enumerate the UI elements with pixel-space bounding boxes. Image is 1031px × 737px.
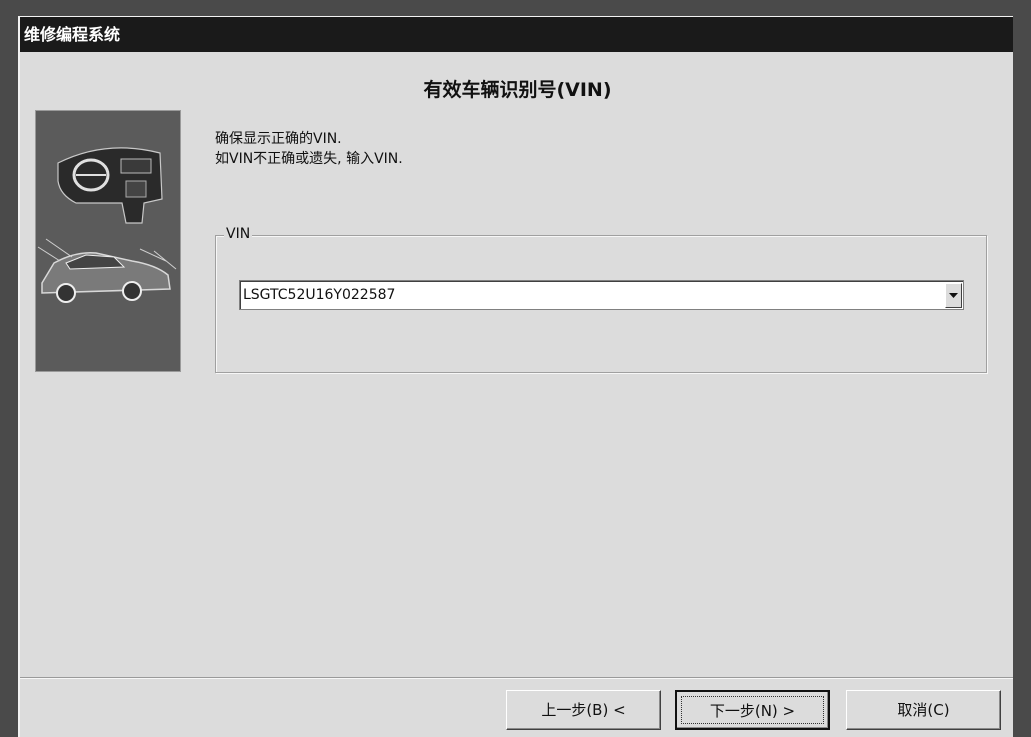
vin-group-label: VIN (224, 226, 253, 242)
back-button[interactable]: 上一步(B) < (506, 690, 661, 730)
car-side-icon (37, 238, 177, 303)
footer-separator (20, 677, 1013, 679)
vin-groupbox: VIN LSGTC52U16Y022587 (215, 226, 987, 373)
cancel-button[interactable]: 取消(C) (846, 690, 1001, 730)
wizard-window: 维修编程系统 有效车辆识别号(VIN) 确保显示正确的VIN. 如VIN不正确或… (18, 16, 1013, 737)
instruction-line: 如VIN不正确或遗失, 输入VIN. (215, 151, 403, 167)
chevron-down-icon (949, 292, 958, 298)
vin-selected-value: LSGTC52U16Y022587 (243, 287, 396, 303)
car-interior-icon (57, 147, 163, 224)
focus-ring (681, 696, 824, 724)
instruction-line: 确保显示正确的VIN. (215, 131, 342, 147)
vin-dropdown[interactable]: LSGTC52U16Y022587 (239, 280, 964, 310)
next-button[interactable]: 下一步(N) > (675, 690, 830, 730)
page-title: 有效车辆识别号(VIN) (423, 79, 612, 101)
window-title: 维修编程系统 (20, 17, 1013, 52)
instructions: 确保显示正确的VIN. 如VIN不正确或遗失, 输入VIN. (215, 129, 403, 169)
side-illustration (35, 110, 181, 372)
dropdown-button[interactable] (945, 283, 962, 308)
